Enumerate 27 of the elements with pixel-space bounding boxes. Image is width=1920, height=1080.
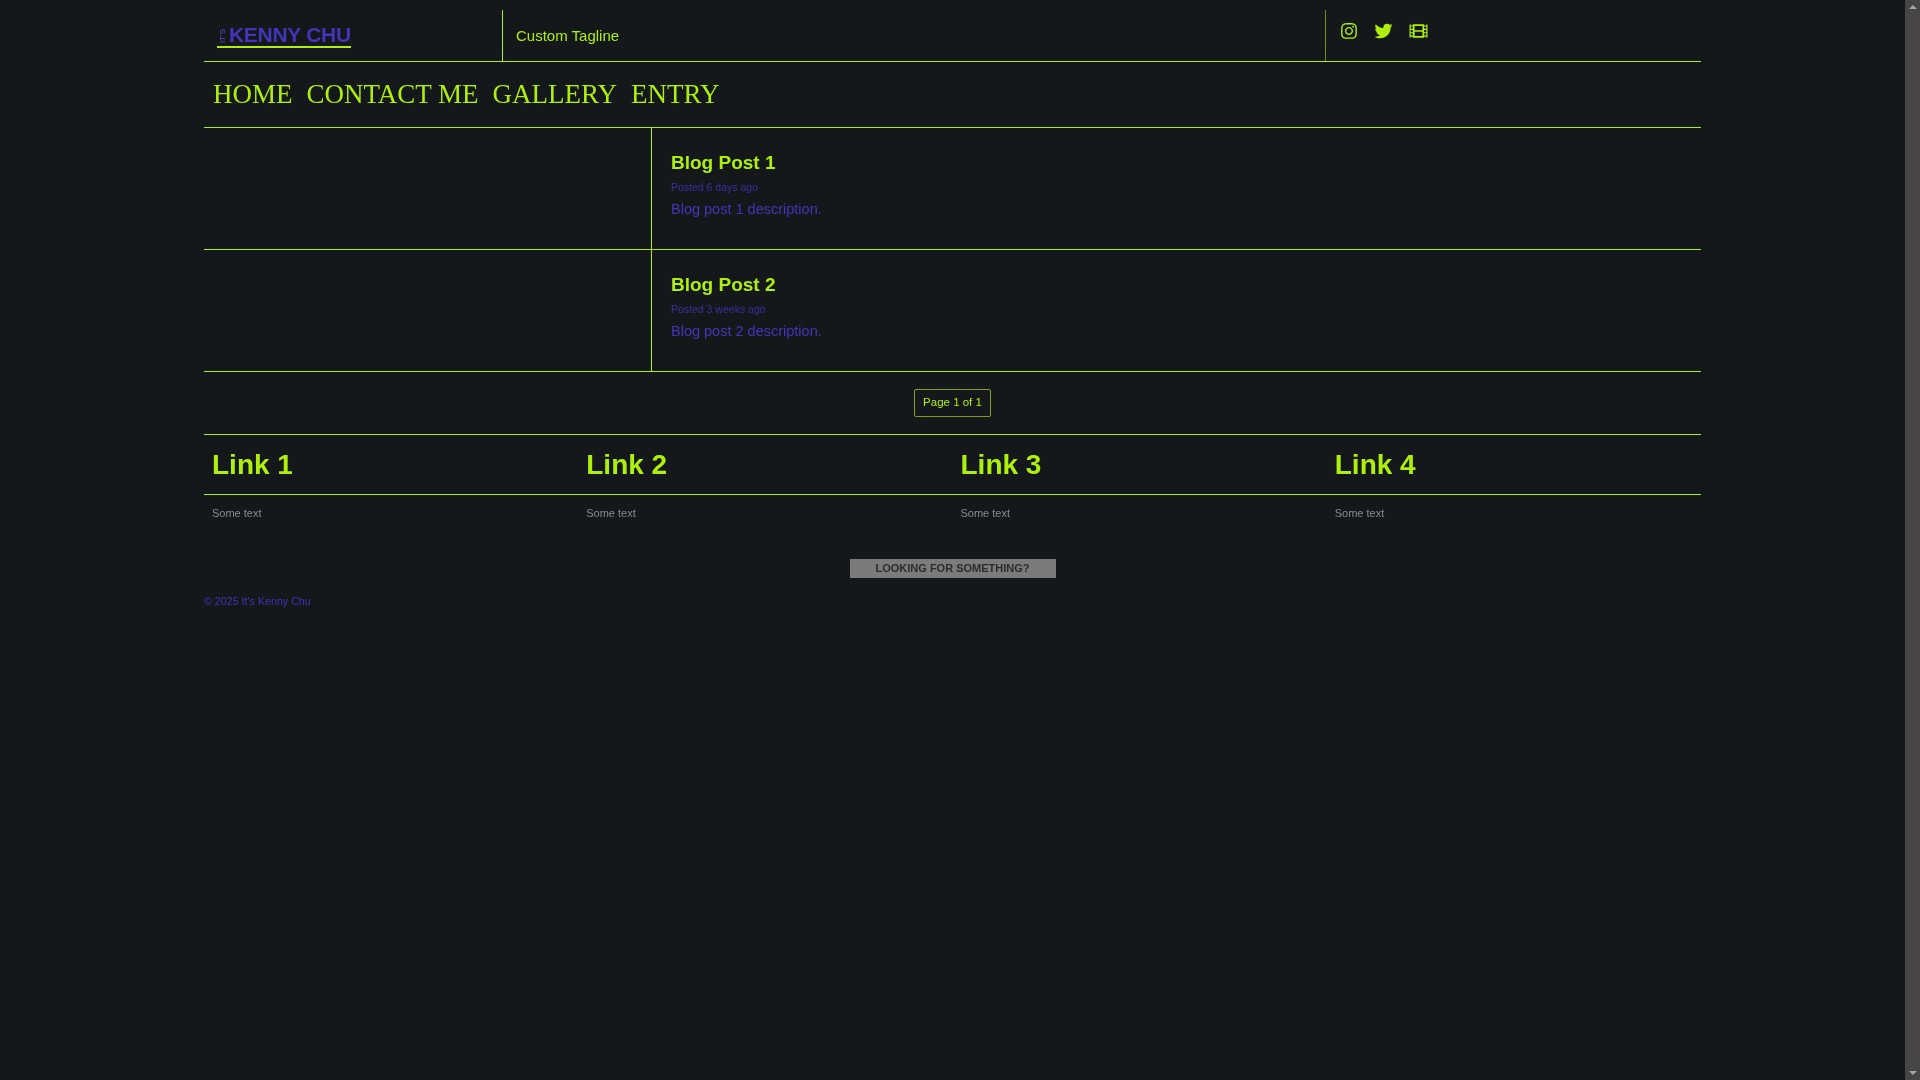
footer-link-text: Some text [960, 507, 1011, 519]
footer-link-text: Some text [1334, 507, 1385, 519]
post-description: Blog post 1 description. [671, 201, 822, 218]
post-title[interactable]: Blog Post 2 [671, 273, 776, 296]
nav-link[interactable]: GALLERY [492, 81, 618, 108]
footer-link-text: Some text [212, 507, 262, 519]
film-icon[interactable] [1409, 22, 1428, 40]
nav-link[interactable]: CONTACT ME [306, 81, 479, 108]
post-title[interactable]: Blog Post 1 [671, 151, 776, 174]
footer-link-text: Some text [586, 507, 636, 519]
camera-icon[interactable] [1340, 22, 1358, 40]
copyright-text: © 2025 It's Kenny Chu [204, 595, 311, 607]
footer-link[interactable]: Link 1 [212, 450, 293, 479]
post-description: Blog post 2 description. [671, 323, 822, 340]
footer-link[interactable]: Link 4 [1334, 450, 1416, 479]
site-tagline: Custom Tagline [516, 28, 620, 43]
nav-link[interactable]: ENTRY [631, 81, 720, 108]
footer-link[interactable]: Link 2 [586, 450, 668, 479]
scrollbar[interactable] [1905, 0, 1920, 1080]
scroll-up-arrow-icon[interactable] [1908, 5, 1917, 9]
page-indicator: Page 1 of 1 [914, 389, 991, 417]
footer-link[interactable]: Link 3 [960, 450, 1042, 479]
post-date: Posted 3 weeks ago [671, 303, 766, 316]
scroll-down-arrow-icon[interactable] [1908, 1071, 1917, 1075]
nav-link[interactable]: HOME [213, 81, 293, 108]
post-date: Posted 6 days ago [671, 181, 758, 194]
bird-icon[interactable] [1373, 22, 1394, 40]
